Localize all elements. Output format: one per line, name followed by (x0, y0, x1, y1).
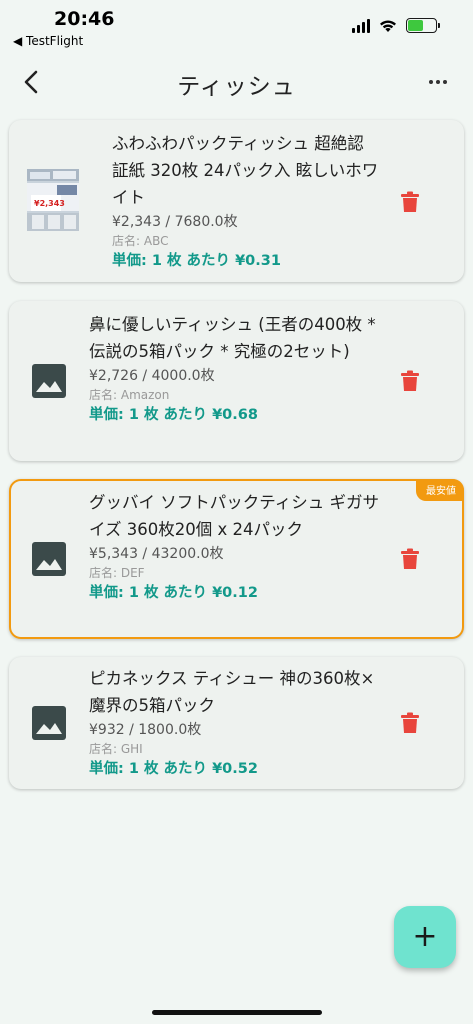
delete-button[interactable] (400, 712, 420, 734)
product-title: ピカネックス ティシュー 神の360枚×魔界の5箱パック (89, 669, 375, 715)
store-name: 店名: DEF (89, 566, 145, 580)
status-time: 20:46 (54, 8, 115, 30)
product-info: ふわふわパックティッシュ 超絶認証紙 320枚 24パック入 眩しいホワイト ¥… (112, 130, 380, 272)
product-price: ¥2,726 / 4000.0枚 (89, 368, 215, 384)
battery-charging-icon (406, 18, 440, 33)
product-info: 鼻に優しいティッシュ (王者の400枚 * 伝説の5箱パック * 究極の2セット… (89, 311, 384, 426)
store-name: 店名: Amazon (89, 388, 170, 402)
add-item-button[interactable]: + (394, 906, 456, 968)
product-info: ピカネックス ティシュー 神の360枚×魔界の5箱パック ¥932 / 1800… (89, 665, 384, 780)
product-title: グッバイ ソフトパックティシュ ギガサイズ 360枚20個 x 24パック (89, 493, 379, 539)
product-title: ふわふわパックティッシュ 超絶認証紙 320枚 24パック入 眩しいホワイト (112, 134, 379, 207)
best-price-badge: 最安値 (416, 479, 464, 501)
home-indicator (152, 1010, 322, 1015)
delete-button[interactable] (400, 370, 420, 392)
unit-price: 単価: 1 枚 あたり ¥0.68 (89, 407, 258, 423)
product-card-best[interactable]: 最安値 グッバイ ソフトパックティシュ ギガサイズ 360枚20個 x 24パッ… (9, 479, 464, 639)
page-title: ティッシュ (177, 74, 296, 100)
product-photo: ¥2,343 (27, 169, 79, 231)
product-price: ¥2,343 / 7680.0枚 (112, 214, 238, 230)
navigation-bar: ティッシュ (0, 56, 473, 108)
wifi-icon (380, 20, 396, 32)
svg-text:¥2,343: ¥2,343 (34, 199, 65, 208)
unit-price: 単価: 1 枚 あたり ¥0.52 (89, 761, 258, 777)
product-title: 鼻に優しいティッシュ (王者の400枚 * 伝説の5箱パック * 究極の2セット… (89, 315, 376, 361)
product-info: グッバイ ソフトパックティシュ ギガサイズ 360枚20個 x 24パック ¥5… (89, 489, 382, 604)
status-icons (352, 18, 440, 33)
delete-button[interactable] (400, 548, 420, 570)
unit-price: 単価: 1 枚 あたり ¥0.12 (89, 585, 258, 601)
back-to-testflight-link[interactable]: ◀ TestFlight (13, 34, 83, 48)
image-placeholder-icon (32, 706, 66, 740)
more-horizontal-icon (429, 80, 433, 84)
status-bar: 20:46 ◀ TestFlight (0, 0, 473, 52)
product-card[interactable]: ¥2,343 ふわふわパックティッシュ 超絶認証紙 320枚 24パック入 眩し… (9, 120, 464, 282)
store-name: 店名: ABC (112, 234, 169, 248)
plus-icon: + (412, 919, 438, 954)
unit-price: 単価: 1 枚 あたり ¥0.31 (112, 253, 281, 269)
product-price: ¥932 / 1800.0枚 (89, 722, 202, 738)
delete-button[interactable] (400, 191, 420, 213)
product-price: ¥5,343 / 43200.0枚 (89, 546, 224, 562)
more-options-button[interactable] (423, 68, 453, 96)
product-card[interactable]: ピカネックス ティシュー 神の360枚×魔界の5箱パック ¥932 / 1800… (9, 657, 464, 789)
product-card[interactable]: 鼻に優しいティッシュ (王者の400枚 * 伝説の5箱パック * 究極の2セット… (9, 301, 464, 461)
signal-icon (352, 18, 370, 33)
image-placeholder-icon (32, 542, 66, 576)
image-placeholder-icon (32, 364, 66, 398)
store-name: 店名: GHI (89, 742, 143, 756)
